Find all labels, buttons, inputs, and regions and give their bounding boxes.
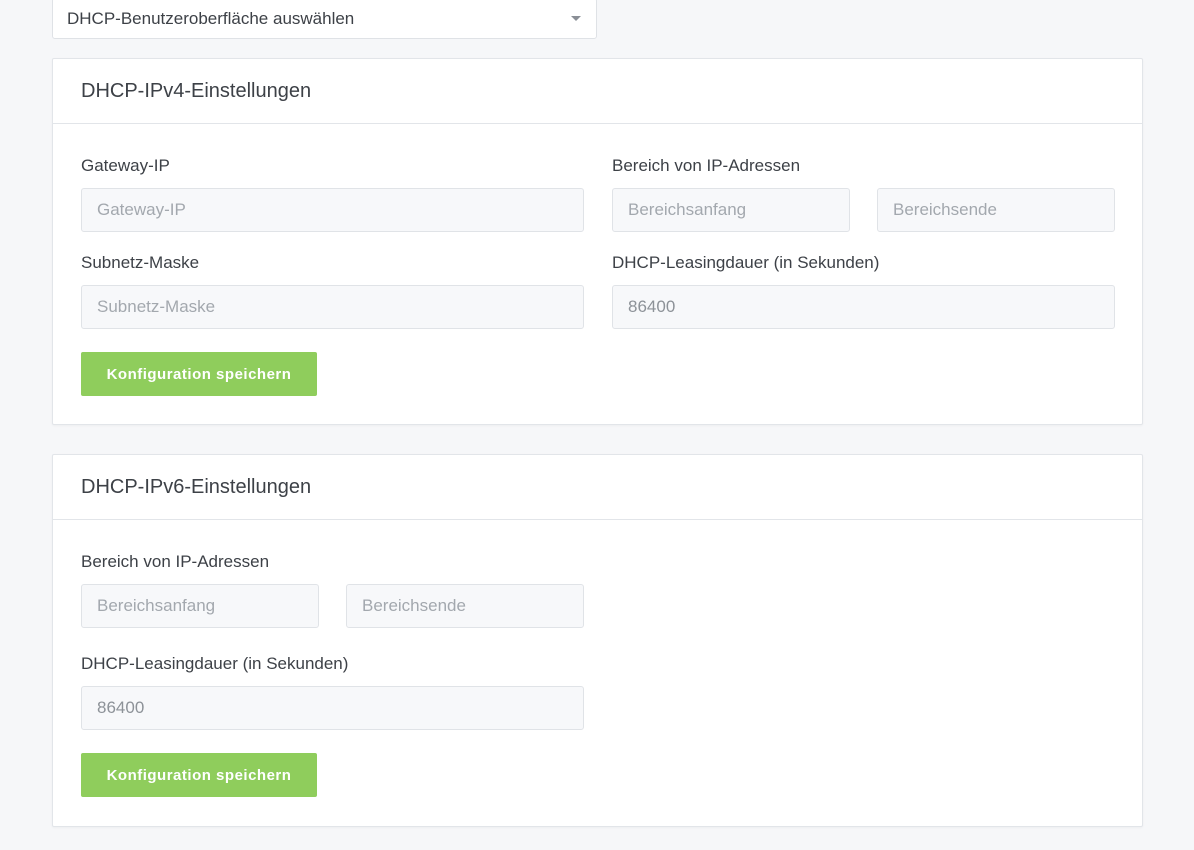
caret-down-icon bbox=[571, 16, 581, 21]
ipv4-range-label: Bereich von IP-Adressen bbox=[612, 156, 801, 175]
ipv4-save-button[interactable]: Konfiguration speichern bbox=[81, 352, 317, 396]
ipv6-range-label: Bereich von IP-Adressen bbox=[81, 552, 270, 571]
ipv4-subnet-input[interactable] bbox=[81, 285, 584, 329]
ipv4-lease-input[interactable] bbox=[612, 285, 1115, 329]
ipv4-card-title: DHCP-IPv4-Einstellungen bbox=[53, 59, 1142, 124]
ipv6-save-button[interactable]: Konfiguration speichern bbox=[81, 753, 317, 797]
ipv4-lease-label: DHCP-Leasingdauer (in Sekunden) bbox=[612, 253, 880, 272]
ipv6-card-title: DHCP-IPv6-Einstellungen bbox=[53, 455, 1142, 520]
ipv4-subnet-label: Subnetz-Maske bbox=[81, 253, 200, 272]
ipv4-range-end-input[interactable] bbox=[877, 188, 1115, 232]
ipv6-range-start-input[interactable] bbox=[81, 584, 319, 628]
ipv4-gateway-input[interactable] bbox=[81, 188, 584, 232]
ipv4-settings-card: DHCP-IPv4-Einstellungen Gateway-IP Berei… bbox=[52, 58, 1143, 425]
ipv4-gateway-label: Gateway-IP bbox=[81, 156, 170, 175]
ipv6-settings-card: DHCP-IPv6-Einstellungen Bereich von IP-A… bbox=[52, 454, 1143, 827]
interface-select[interactable]: DHCP-Benutzeroberfläche auswählen bbox=[52, 0, 597, 39]
ipv6-lease-label: DHCP-Leasingdauer (in Sekunden) bbox=[81, 654, 349, 673]
ipv6-range-end-input[interactable] bbox=[346, 584, 584, 628]
ipv4-range-start-input[interactable] bbox=[612, 188, 850, 232]
ipv6-lease-input[interactable] bbox=[81, 686, 584, 730]
interface-select-value: DHCP-Benutzeroberfläche auswählen bbox=[67, 8, 355, 28]
